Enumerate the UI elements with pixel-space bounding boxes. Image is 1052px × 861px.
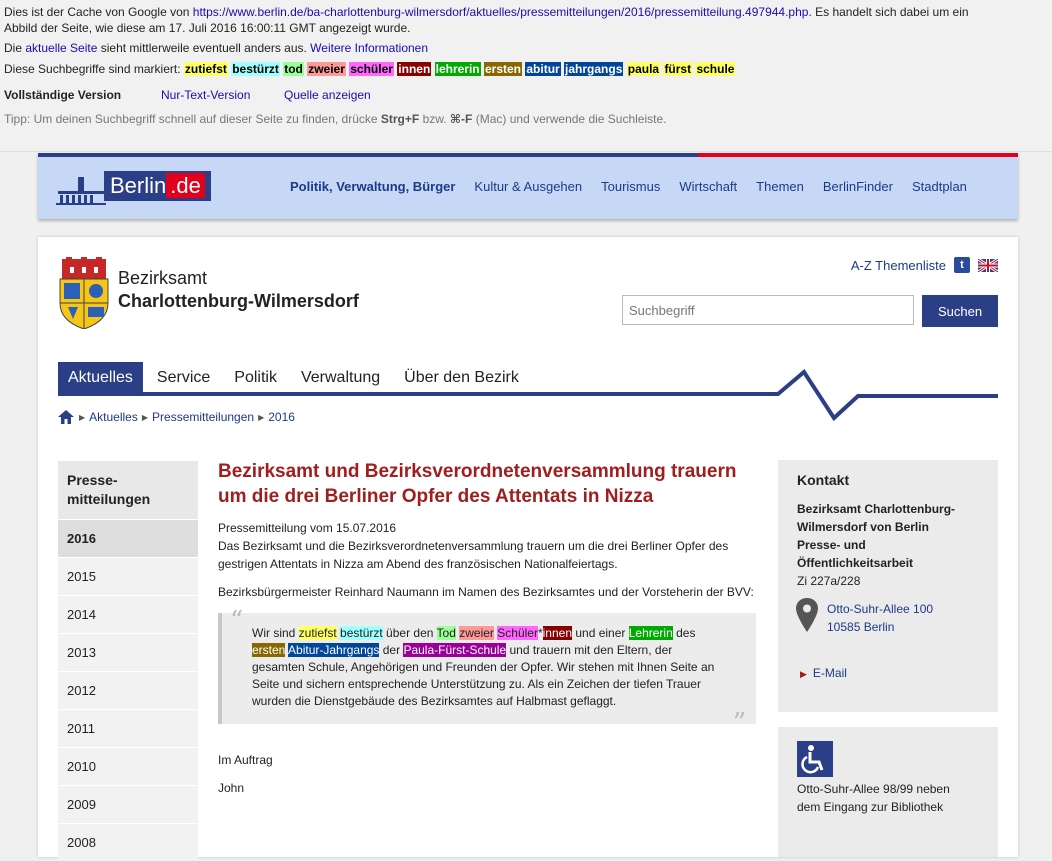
- full-version-label: Vollständige Version: [4, 88, 122, 102]
- contact-box: Kontakt Bezirksamt Charlottenburg- Wilme…: [778, 460, 998, 712]
- sidebar-year-2012[interactable]: 2012: [58, 671, 198, 709]
- sidebar-year-2014[interactable]: 2014: [58, 595, 198, 633]
- nav-kultur-ausgehen[interactable]: Kultur & Ausgehen: [474, 179, 582, 194]
- tab-politik[interactable]: Politik: [224, 362, 287, 394]
- accessibility-box: Otto-Suhr-Allee 98/99 neben dem Eingang …: [778, 727, 998, 857]
- article-date: Pressemitteilung vom 15.07.2016: [218, 521, 397, 535]
- search-term-highlight: lehrerin: [434, 62, 481, 76]
- sidebar-year-2008[interactable]: 2008: [58, 823, 198, 861]
- search-input[interactable]: [622, 295, 914, 325]
- quote-open-icon: “: [230, 606, 244, 636]
- nav-wirtschaft[interactable]: Wirtschaft: [679, 179, 737, 194]
- logo-wordmark: Berlin .de: [104, 171, 211, 201]
- nav-stadtplan[interactable]: Stadtplan: [912, 179, 967, 194]
- breadcrumb: ▶ Aktuelles ▶ Pressemitteilungen ▶ 2016: [58, 410, 299, 424]
- sidebar-year-2016[interactable]: 2016: [58, 519, 198, 557]
- main-content-box: Bezirksamt Charlottenburg-Wilmersdorf A-…: [38, 237, 1018, 861]
- search-tip: Tipp: Um deinen Suchbegriff schnell auf …: [4, 112, 667, 126]
- arrow-right-icon: ▶: [800, 669, 807, 679]
- breadcrumb-separator-icon: ▶: [141, 412, 149, 422]
- berlin-top-navigation: Berlin .de Politik, Verwaltung, Bürger Ku…: [38, 153, 1018, 219]
- search-terms: zutiefst bestürzt tod zweier schüler inn…: [183, 62, 736, 76]
- search-button[interactable]: Suchen: [922, 295, 998, 327]
- main-tabs: Aktuelles Service Politik Verwaltung Übe…: [58, 362, 533, 394]
- article-quote: “ ” Wir sind zutiefst bestürzt über den …: [218, 606, 756, 736]
- tab-aktuelles[interactable]: Aktuelles: [58, 362, 143, 394]
- search-term-highlight: zutiefst: [183, 62, 228, 76]
- search-term-highlight: bestürzt: [231, 62, 280, 76]
- search-term-highlight: fürst: [663, 62, 693, 76]
- cache-notice-line2: Abbild der Seite, wie diese am 17. Juli …: [4, 21, 411, 35]
- uk-flag-icon[interactable]: [978, 258, 998, 272]
- wheelchair-icon: [797, 741, 833, 777]
- az-themenliste-link[interactable]: A-Z Themenliste: [851, 258, 946, 273]
- breadcrumb-separator-icon: ▶: [79, 412, 86, 422]
- search-terms-line: Diese Suchbegriffe sind markiert: zutief…: [4, 62, 736, 76]
- cache-notice-line3: Die aktuelle Seite sieht mittlerweile ev…: [4, 41, 429, 55]
- article: Bezirksamt und Bezirksverordnetenversamm…: [218, 459, 758, 802]
- tab-ueber-den-bezirk[interactable]: Über den Bezirk: [394, 362, 529, 394]
- sidebar-year-2015[interactable]: 2015: [58, 557, 198, 595]
- coat-of-arms-icon[interactable]: [58, 257, 110, 329]
- district-name: Bezirksamt Charlottenburg-Wilmersdorf: [118, 268, 359, 311]
- cache-notice-line1: Dies ist der Cache von Google von https:…: [4, 5, 969, 19]
- view-source-link[interactable]: Quelle anzeigen: [284, 88, 371, 102]
- contact-organisation: Bezirksamt Charlottenburg- Wilmersdorf v…: [797, 502, 956, 588]
- search-term-highlight: jahrgangs: [564, 62, 624, 76]
- twitter-icon[interactable]: t: [954, 257, 970, 273]
- article-signoff: Im Auftrag John: [218, 753, 273, 795]
- year-sidebar: Presse- mitteilungen 2016 2015 2014 2013…: [58, 461, 198, 861]
- home-icon[interactable]: [58, 410, 74, 424]
- nav-tourismus[interactable]: Tourismus: [601, 179, 660, 194]
- search-term-highlight: tod: [283, 62, 304, 76]
- berlin-logo-icon: [56, 177, 106, 205]
- sidebar-year-2013[interactable]: 2013: [58, 633, 198, 671]
- sidebar-year-2011[interactable]: 2011: [58, 709, 198, 747]
- tab-verwaltung[interactable]: Verwaltung: [291, 362, 390, 394]
- nav-politik-verwaltung[interactable]: Politik, Verwaltung, Bürger: [290, 179, 455, 194]
- article-intro: Das Bezirksamt und die Bezirksverordnete…: [218, 539, 729, 571]
- article-paragraph-2: Bezirksbürgermeister Reinhard Naumann im…: [218, 585, 754, 599]
- accessibility-text: Otto-Suhr-Allee 98/99 neben dem Eingang …: [797, 782, 950, 814]
- google-cache-header: Dies ist der Cache von Google von https:…: [0, 0, 1052, 152]
- search-term-highlight: innen: [397, 62, 432, 76]
- search-term-highlight: ersten: [483, 62, 523, 76]
- cached-url-link[interactable]: https://www.berlin.de/ba-charlottenburg-…: [193, 5, 809, 19]
- contact-email-link[interactable]: ▶ E-Mail: [800, 666, 847, 680]
- search-term-highlight: paula: [626, 62, 661, 76]
- nav-berlinfinder[interactable]: BerlinFinder: [823, 179, 893, 194]
- sidebar-year-2009[interactable]: 2009: [58, 785, 198, 823]
- text-version-link[interactable]: Nur-Text-Version: [161, 88, 250, 102]
- quote-close-icon: ”: [732, 708, 746, 738]
- current-page-link[interactable]: aktuelle Seite: [25, 41, 97, 55]
- sidebar-heading: Presse- mitteilungen: [67, 472, 151, 507]
- top-utility-links: A-Z Themenliste t: [851, 257, 998, 273]
- tab-service[interactable]: Service: [147, 362, 220, 394]
- more-info-link[interactable]: Weitere Informationen: [310, 41, 428, 55]
- search-term-highlight: schule: [695, 62, 736, 76]
- nav-themen[interactable]: Themen: [756, 179, 804, 194]
- breadcrumb-separator-icon: ▶: [258, 412, 265, 422]
- breadcrumb-aktuelles[interactable]: Aktuelles: [89, 410, 138, 424]
- contact-address-link[interactable]: Otto-Suhr-Allee 100 10585 Berlin: [827, 600, 933, 636]
- sidebar-year-2010[interactable]: 2010: [58, 747, 198, 785]
- berlin-nav-items: Politik, Verwaltung, Bürger Kultur & Aus…: [290, 157, 986, 215]
- search-term-highlight: zweier: [307, 62, 346, 76]
- contact-heading: Kontakt: [797, 472, 850, 488]
- breadcrumb-pressemitteilungen[interactable]: Pressemitteilungen: [152, 410, 254, 424]
- search-term-highlight: abitur: [525, 62, 561, 76]
- article-title: Bezirksamt und Bezirksverordnetenversamm…: [218, 461, 737, 507]
- search-term-highlight: schüler: [349, 62, 394, 76]
- breadcrumb-2016[interactable]: 2016: [268, 410, 295, 424]
- map-pin-icon: [796, 598, 818, 632]
